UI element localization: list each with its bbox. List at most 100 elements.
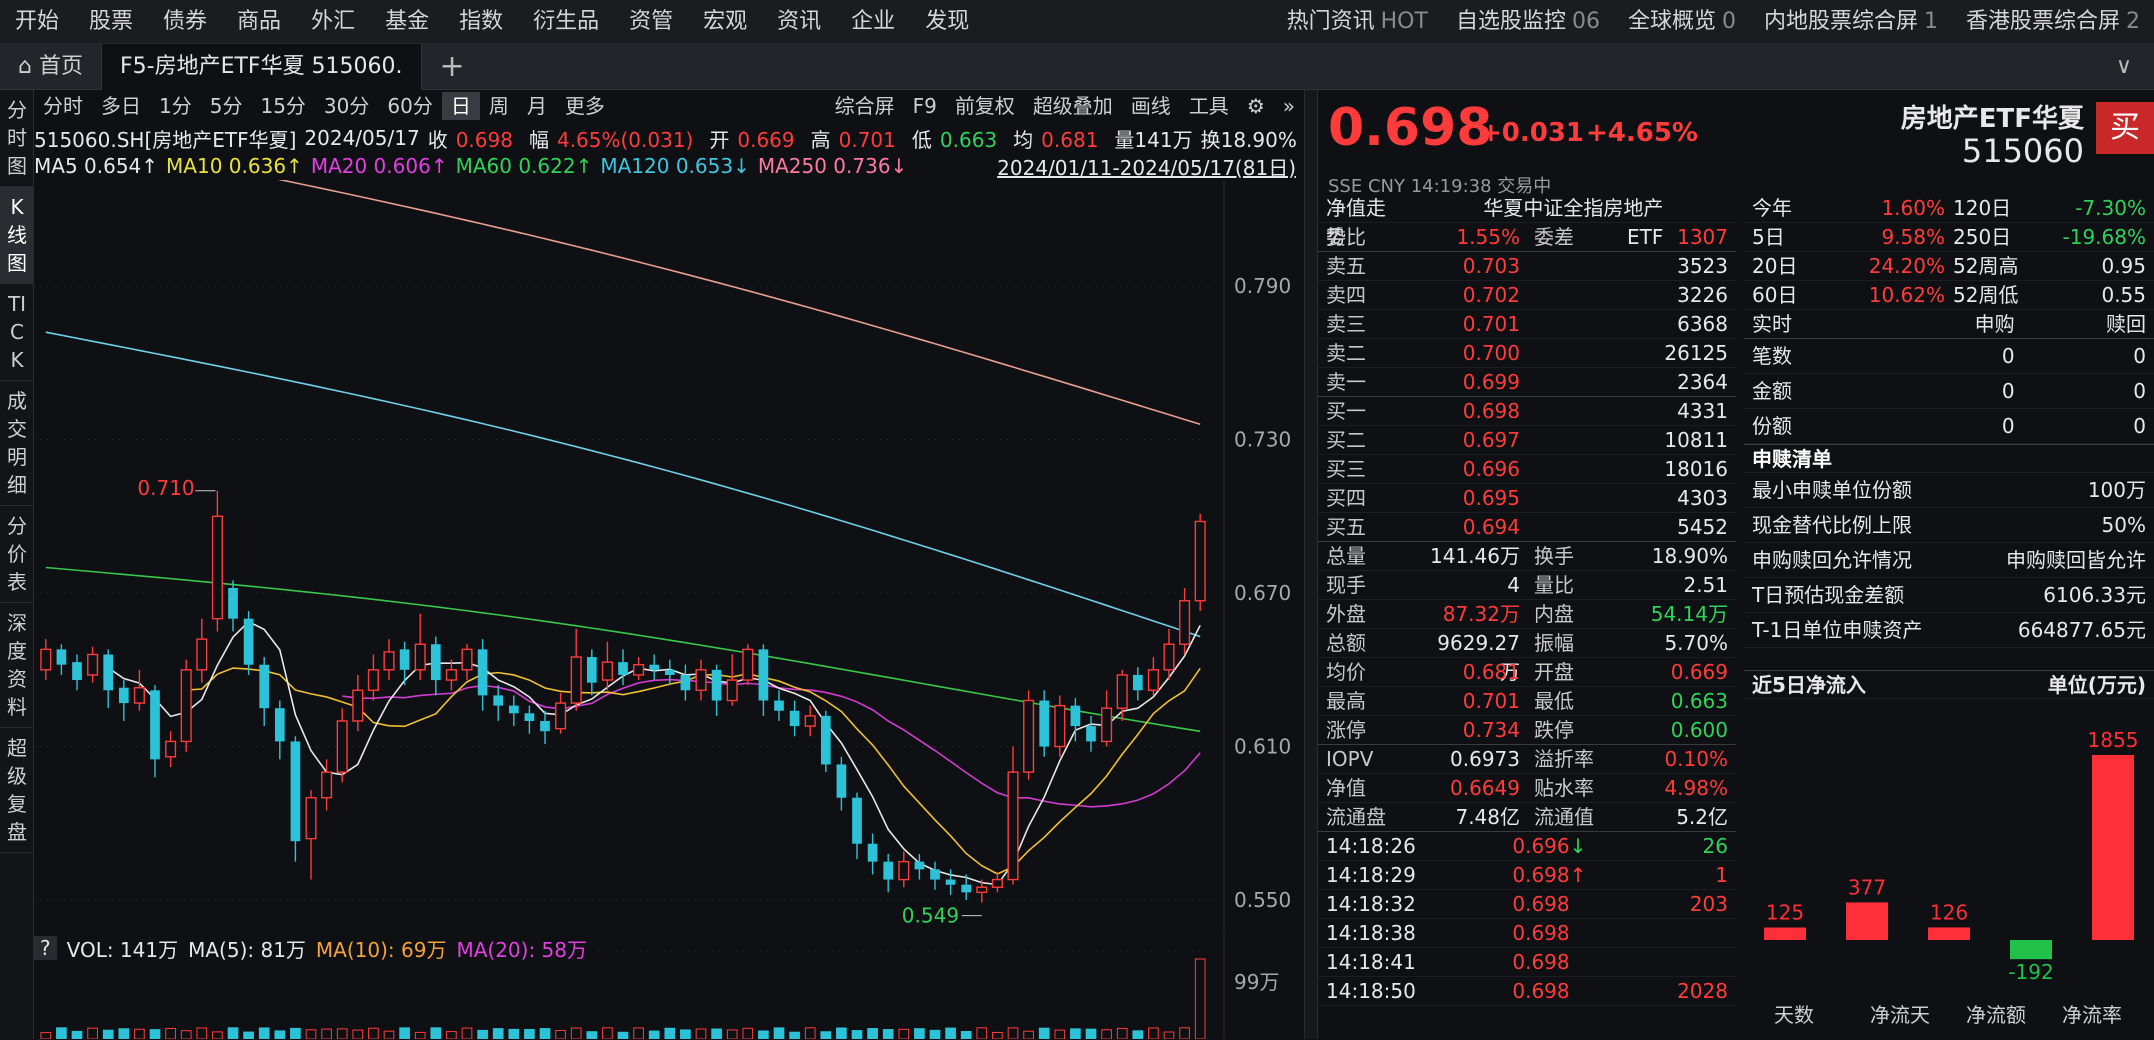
candle[interactable] <box>1179 587 1191 655</box>
period-2[interactable]: 1分 <box>150 92 201 120</box>
candle[interactable] <box>930 861 940 890</box>
nav-item-8[interactable]: 资管 <box>614 0 688 44</box>
candle[interactable] <box>555 692 567 734</box>
nav-item-12[interactable]: 发现 <box>910 0 984 44</box>
tool-5[interactable]: 工具 <box>1180 92 1238 120</box>
candle[interactable] <box>477 639 488 711</box>
candle[interactable] <box>1023 690 1035 780</box>
nav-item-7[interactable]: 衍生品 <box>518 0 614 44</box>
period-9[interactable]: 月 <box>518 92 556 120</box>
period-0[interactable]: 分时 <box>34 92 92 120</box>
candle[interactable] <box>742 644 754 686</box>
gear-icon[interactable]: ⚙ <box>1238 92 1274 120</box>
nav-item-4[interactable]: 外汇 <box>296 0 370 44</box>
candle[interactable] <box>1070 697 1081 742</box>
candle[interactable] <box>711 664 722 716</box>
candle[interactable] <box>243 610 254 675</box>
nav-item-0[interactable]: 开始 <box>0 0 74 44</box>
nav-right-item-3[interactable]: 内地股票综合屏 1 <box>1750 0 1952 44</box>
sidebar-item-0[interactable]: 分时图 <box>0 90 34 187</box>
tool-4[interactable]: 画线 <box>1122 92 1180 120</box>
nav-item-1[interactable]: 股票 <box>74 0 148 44</box>
candle[interactable] <box>680 664 691 701</box>
candle[interactable] <box>633 657 645 681</box>
tab-active[interactable]: F5-房地产ETF华夏 515060. <box>101 43 422 90</box>
candle[interactable] <box>1039 690 1050 757</box>
candle[interactable] <box>540 710 550 744</box>
tool-3[interactable]: 超级叠加 <box>1024 92 1122 120</box>
period-10[interactable]: 更多 <box>556 92 614 120</box>
tool-1[interactable]: F9 <box>904 92 946 120</box>
candle[interactable] <box>586 649 597 696</box>
nav-item-2[interactable]: 债券 <box>148 0 222 44</box>
period-5[interactable]: 30分 <box>315 92 378 120</box>
candle[interactable] <box>367 654 379 701</box>
date-range[interactable]: 2024/01/11-2024/05/17(81日) <box>997 152 1296 181</box>
sidebar-item-2[interactable]: TICK <box>0 284 34 381</box>
candle[interactable] <box>883 853 894 893</box>
candle[interactable] <box>180 659 192 752</box>
sidebar-item-3[interactable]: 成交明细 <box>0 381 34 506</box>
candle[interactable] <box>867 833 878 875</box>
sidebar-item-4[interactable]: 分价表 <box>0 506 34 603</box>
candle[interactable] <box>1147 657 1159 696</box>
nav-item-6[interactable]: 指数 <box>444 0 518 44</box>
candle[interactable] <box>211 490 223 632</box>
nav-right-item-4[interactable]: 香港股票综合屏 2 <box>1952 0 2154 44</box>
candle[interactable] <box>72 654 82 691</box>
period-8[interactable]: 周 <box>480 92 518 120</box>
candle[interactable] <box>40 639 52 681</box>
buy-button[interactable]: 买 <box>2096 102 2154 154</box>
candle[interactable] <box>150 685 160 778</box>
tab-home[interactable]: ⌂ 首页 <box>0 43 102 90</box>
candle[interactable] <box>352 674 364 732</box>
candle[interactable] <box>695 659 707 701</box>
candle[interactable] <box>649 654 660 681</box>
candle[interactable] <box>914 853 925 880</box>
candle[interactable] <box>103 649 114 709</box>
period-6[interactable]: 60分 <box>378 92 441 120</box>
candle[interactable] <box>1054 695 1066 757</box>
candle[interactable] <box>305 790 317 880</box>
candle[interactable] <box>758 644 769 716</box>
tool-0[interactable]: 综合屏 <box>826 92 904 120</box>
candle[interactable] <box>461 644 473 681</box>
candle[interactable] <box>445 659 457 691</box>
nav-item-11[interactable]: 企业 <box>836 0 910 44</box>
sidebar-item-5[interactable]: 深度资料 <box>0 603 34 728</box>
help-icon[interactable]: ? <box>34 936 57 960</box>
candle[interactable] <box>336 708 348 783</box>
candle[interactable] <box>87 646 99 683</box>
candle[interactable] <box>789 700 800 737</box>
candle[interactable] <box>493 685 504 721</box>
candle[interactable] <box>383 639 395 681</box>
candle[interactable] <box>898 851 910 888</box>
candle[interactable] <box>1132 667 1143 701</box>
nav-item-5[interactable]: 基金 <box>370 0 444 44</box>
candle[interactable] <box>56 644 67 675</box>
nav-right-item-2[interactable]: 全球概览 0 <box>1614 0 1750 44</box>
candle[interactable] <box>399 641 410 686</box>
candle[interactable] <box>1086 715 1096 752</box>
candle[interactable] <box>196 618 208 683</box>
candle[interactable] <box>664 659 675 686</box>
period-7[interactable]: 日 <box>441 92 480 120</box>
candle[interactable] <box>991 871 1003 893</box>
candle[interactable] <box>228 580 238 632</box>
candle[interactable] <box>274 700 285 760</box>
candle[interactable] <box>726 654 738 706</box>
tool-2[interactable]: 前复权 <box>946 92 1024 120</box>
nav-right-item-1[interactable]: 自选股监控 06 <box>1442 0 1614 44</box>
sidebar-item-6[interactable]: 超级复盘 <box>0 728 34 853</box>
candle[interactable] <box>118 680 129 721</box>
candle[interactable] <box>1007 746 1019 885</box>
candle[interactable] <box>430 636 441 696</box>
candle[interactable] <box>570 628 582 711</box>
candle[interactable] <box>601 641 613 691</box>
nav-item-10[interactable]: 资讯 <box>762 0 836 44</box>
candle[interactable] <box>290 736 301 862</box>
candle[interactable] <box>774 690 784 721</box>
candle[interactable] <box>852 792 862 860</box>
nav-item-9[interactable]: 宏观 <box>688 0 762 44</box>
add-tab-button[interactable]: + <box>422 49 483 84</box>
